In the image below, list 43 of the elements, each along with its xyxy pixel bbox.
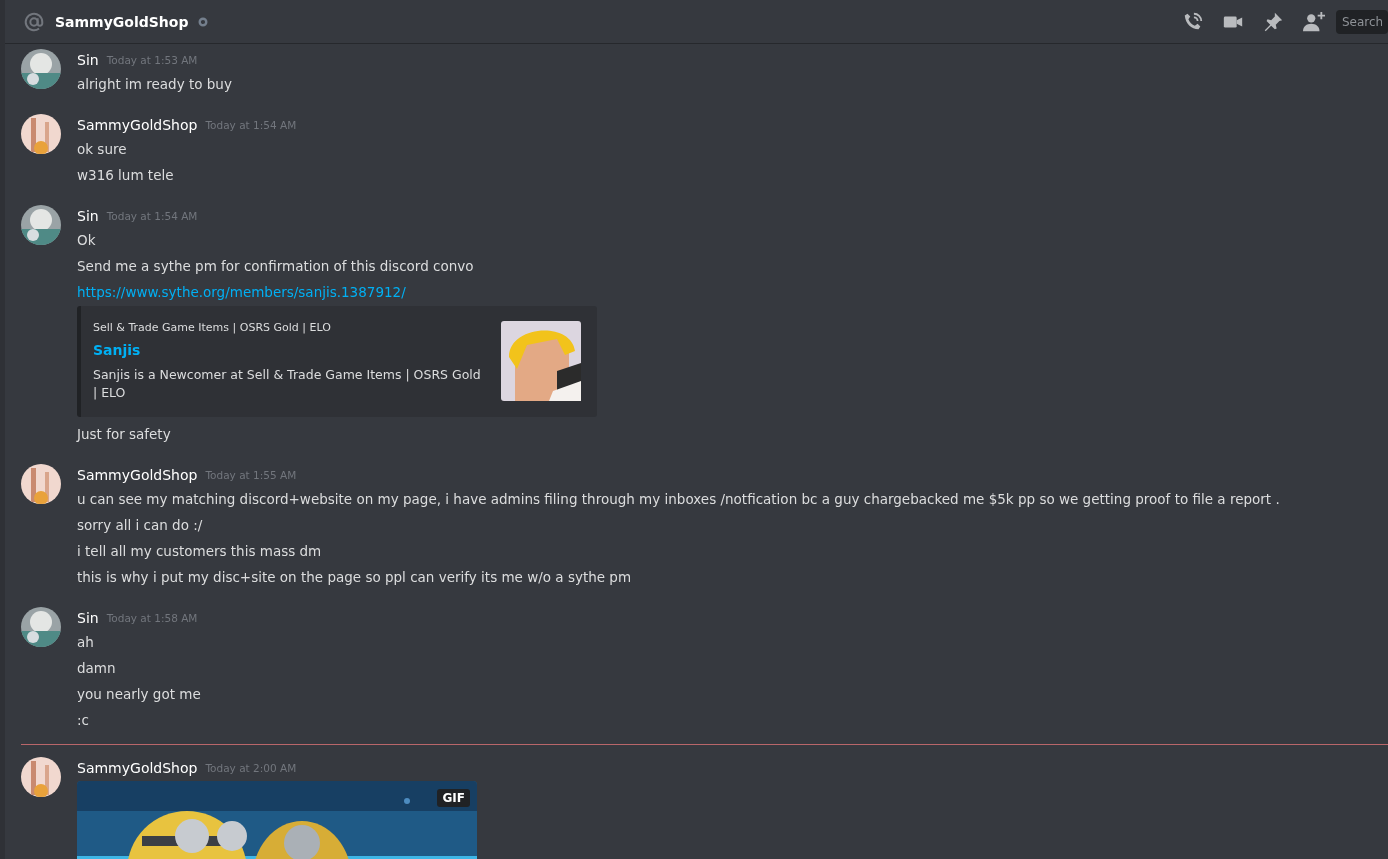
message-text: i tell all my customers this mass dm (77, 542, 323, 561)
gif-badge: GIF (437, 789, 470, 807)
message-text: alright im ready to buy (77, 75, 233, 94)
message-text: w316 lum tele (77, 166, 175, 185)
author-name[interactable]: SammyGoldShop (77, 117, 198, 133)
timestamp: Today at 1:53 AM (106, 54, 198, 66)
embed-title[interactable]: Sanjis (93, 342, 485, 358)
status-icon (198, 16, 209, 27)
message-text: ok sure (77, 140, 128, 159)
timestamp: Today at 1:55 AM (205, 469, 297, 481)
timestamp: Today at 1:54 AM (205, 119, 297, 131)
message-text: damn (77, 659, 117, 678)
message-text: you nearly got me (77, 685, 202, 704)
pin-icon[interactable] (1262, 10, 1284, 33)
channel-title: SammyGoldShop (55, 13, 189, 30)
message-link[interactable]: https://www.sythe.org/members/sanjis.1387912/ (77, 284, 406, 300)
message-text: this is why i put my disc+site on the page so ppl can verify its me w/o a sythe pm (77, 568, 633, 587)
avatar[interactable] (21, 607, 61, 647)
author-name[interactable]: SammyGoldShop (77, 760, 198, 776)
timestamp: Today at 2:00 AM (205, 762, 297, 774)
avatar[interactable] (21, 757, 61, 797)
message-text: Just for safety (77, 425, 172, 444)
timestamp: Today at 1:54 AM (106, 210, 198, 222)
message-text: Ok (77, 231, 97, 250)
message-text: u can see my matching discord+website on my page, i have admins filing through my inboxes /notfication bc a guy chargebacked me $5k pp so we getting proof to file a report . (77, 490, 1281, 509)
author-name[interactable]: Sin (77, 610, 99, 626)
message-text: ah (77, 633, 95, 652)
author-name[interactable]: SammyGoldShop (77, 467, 198, 483)
author-name[interactable]: Sin (77, 208, 99, 224)
author-name[interactable]: Sin (77, 52, 99, 68)
avatar[interactable] (21, 49, 61, 89)
add-friend-icon[interactable] (1302, 10, 1326, 33)
embed-description: Sanjis is a Newcomer at Sell & Trade Game Items | OSRS Gold | ELO (93, 366, 482, 402)
search-field[interactable]: Search (1336, 9, 1388, 34)
avatar[interactable] (21, 464, 61, 504)
timestamp: Today at 1:58 AM (106, 612, 198, 624)
message-text: sorry all i can do :/ (77, 516, 204, 535)
at-sign-icon (23, 10, 45, 33)
message-text: :c (77, 711, 90, 730)
embed-provider: Sell & Trade Game Items | OSRS Gold | ELO (93, 321, 332, 334)
avatar[interactable] (21, 114, 61, 154)
avatar[interactable] (21, 205, 61, 245)
message-text: Send me a sythe pm for confirmation of this discord convo (77, 257, 475, 276)
